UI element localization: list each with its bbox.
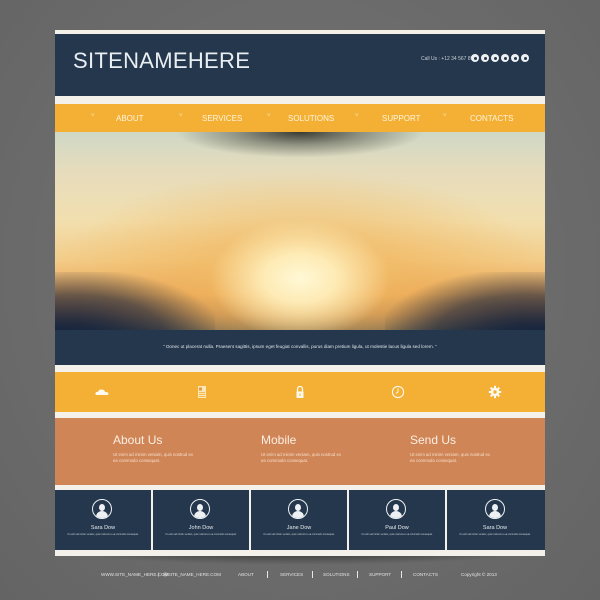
- info-title: Mobile: [261, 433, 297, 447]
- member-text: Ut enim ad minim veniam, quis nostrud ex…: [459, 533, 531, 536]
- hero-sunset-image: [55, 132, 545, 330]
- info-title: About Us: [113, 433, 163, 447]
- nav-item-solutions[interactable]: SOLUTIONS: [288, 104, 334, 132]
- gear-icon[interactable]: [488, 385, 502, 399]
- drop-icon[interactable]: [471, 54, 479, 62]
- avatar-icon: [386, 499, 406, 519]
- call-us-text: Call Us : +12 34 567 89: [421, 56, 474, 62]
- features-band: [55, 372, 545, 412]
- team-member-card[interactable]: John Dow Ut enim ad minim veniam, quis n…: [153, 490, 249, 550]
- info-text: Ut enim ad minim veniam, quis nostrud ex…: [410, 452, 491, 463]
- member-name: Jane Dow: [286, 525, 312, 531]
- info-text: Ut enim ad minim veniam, quis nostrud ex…: [261, 452, 342, 463]
- social-links: [471, 54, 529, 62]
- nav-item-support[interactable]: SUPPORT: [382, 104, 421, 132]
- info-about-us: About Us Ut enim ad minim veniam, quis n…: [113, 433, 193, 464]
- chevron-down-icon: ˅: [91, 113, 95, 119]
- share-icon[interactable]: [501, 54, 509, 62]
- footer-link-contacts[interactable]: CONTACTS: [413, 572, 438, 577]
- footer-separator: [401, 571, 402, 578]
- nav-item-services[interactable]: SERVICES: [202, 104, 242, 132]
- nav-item-about[interactable]: ABOUT: [116, 104, 144, 132]
- footer-handle-link[interactable]: @SITE_NAME_HERE.COM: [163, 572, 221, 577]
- lock-icon[interactable]: [293, 385, 307, 399]
- avatar-icon: [485, 499, 505, 519]
- footer-copyright: Copyright © 2013: [461, 572, 497, 577]
- globe-icon[interactable]: [481, 54, 489, 62]
- footer-separator: [357, 571, 358, 578]
- avatar-icon: [190, 499, 210, 519]
- website-template: SITENAMEHERE Call Us : +12 34 567 89 ˅ A…: [55, 30, 545, 556]
- team-section: Sara Dow Ut enim ad minim veniam, quis n…: [55, 490, 545, 552]
- member-text: Ut enim ad minim veniam, quis nostrud ex…: [263, 533, 335, 536]
- team-member-card[interactable]: Paul Dow Ut enim ad minim veniam, quis n…: [349, 490, 445, 550]
- hero-shadow-left: [55, 272, 215, 330]
- footer-link-about[interactable]: ABOUT: [238, 572, 254, 577]
- document-icon[interactable]: [195, 385, 209, 399]
- footer-separator: [267, 571, 268, 578]
- chevron-down-icon: ˅: [267, 113, 271, 119]
- site-logo[interactable]: SITENAMEHERE: [73, 48, 250, 74]
- member-text: Ut enim ad minim veniam, quis nostrud ex…: [361, 533, 433, 536]
- chevron-down-icon: ˅: [179, 113, 183, 119]
- team-member-card[interactable]: Jane Dow Ut enim ad minim veniam, quis n…: [251, 490, 347, 550]
- team-member-card[interactable]: Sara Dow Ut enim ad minim veniam, quis n…: [447, 490, 545, 550]
- footer-link-services[interactable]: SERVICES: [280, 572, 303, 577]
- info-send-us: Send Us Ut enim ad minim veniam, quis no…: [410, 433, 490, 464]
- info-band: About Us Ut enim ad minim veniam, quis n…: [55, 418, 545, 485]
- quote-text: ” Donec ut placerat nulla. Praesent sagi…: [163, 344, 437, 349]
- nav-item-contacts[interactable]: CONTACTS: [470, 104, 513, 132]
- main-nav: ˅ ABOUT ˅ SERVICES ˅ SOLUTIONS ˅ SUPPORT…: [55, 104, 545, 132]
- avatar-icon: [92, 499, 112, 519]
- at-icon[interactable]: [511, 54, 519, 62]
- info-mobile: Mobile Ut enim ad minim veniam, quis nos…: [261, 433, 341, 464]
- footer-link-solutions[interactable]: SOLUTIONS: [323, 572, 350, 577]
- member-name: John Dow: [188, 525, 214, 531]
- site-header: SITENAMEHERE Call Us : +12 34 567 89: [55, 34, 545, 96]
- chevron-down-icon: ˅: [355, 113, 359, 119]
- chevron-down-icon: ˅: [443, 113, 447, 119]
- square-icon[interactable]: [491, 54, 499, 62]
- member-name: Sara Dow: [482, 525, 508, 531]
- member-text: Ut enim ad minim veniam, quis nostrud ex…: [165, 533, 237, 536]
- nav-drop-shadow: [175, 132, 425, 158]
- member-name: Paul Dow: [385, 525, 409, 531]
- avatar-icon: [288, 499, 308, 519]
- quote-band: ” Donec ut placerat nulla. Praesent sagi…: [55, 330, 545, 365]
- cloud-icon[interactable]: [95, 385, 109, 399]
- info-text: Ut enim ad minim veniam, quis nostrud ex…: [113, 452, 194, 463]
- team-member-card[interactable]: Sara Dow Ut enim ad minim veniam, quis n…: [55, 490, 151, 550]
- footer-separator: [312, 571, 313, 578]
- hero-shadow-right: [385, 272, 545, 330]
- site-footer: WWW.SITE_NAME_HERE.COM | @SITE_NAME_HERE…: [60, 571, 540, 582]
- footer-link-support[interactable]: SUPPORT: [369, 572, 391, 577]
- info-title: Send Us: [410, 433, 457, 447]
- chat-icon[interactable]: [521, 54, 529, 62]
- clock-icon[interactable]: [391, 385, 405, 399]
- member-text: Ut enim ad minim veniam, quis nostrud ex…: [67, 533, 139, 536]
- footer-divider: |: [158, 572, 160, 577]
- member-name: Sara Dow: [90, 525, 116, 531]
